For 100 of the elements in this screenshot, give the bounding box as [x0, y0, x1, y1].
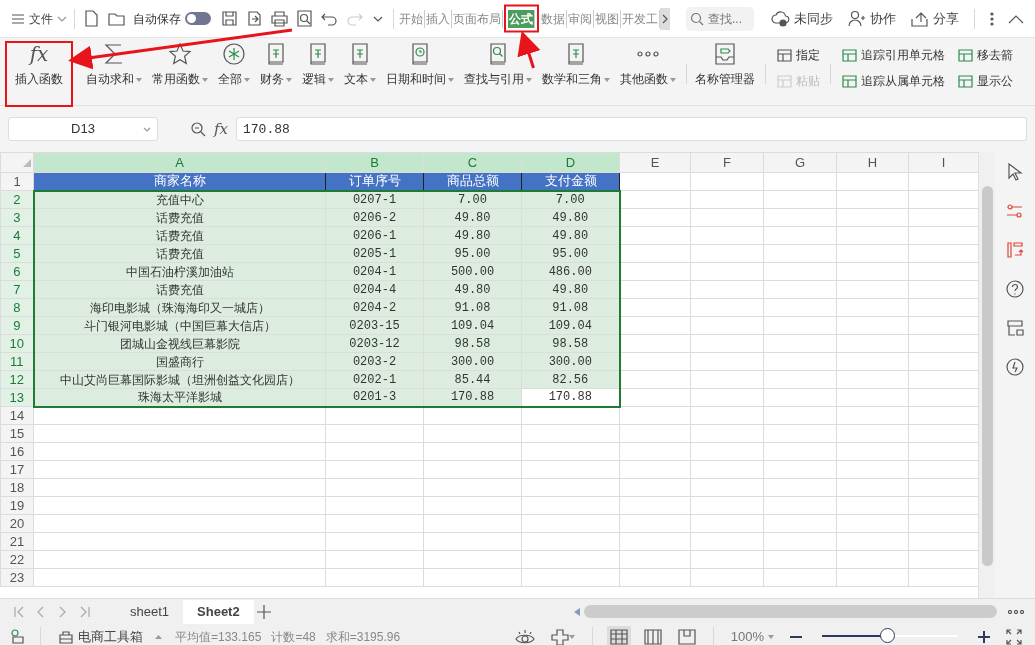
chevron-right-icon — [662, 13, 668, 24]
column-header[interactable]: G — [763, 152, 837, 173]
annotation-arrow — [517, 30, 541, 69]
ribbon-tab[interactable]: 插入 — [425, 9, 452, 28]
column-header[interactable]: D — [521, 152, 620, 173]
share-button[interactable]: 分享 — [907, 8, 962, 29]
ribbon-small-button[interactable]: 追踪引用单元格 — [839, 46, 947, 64]
more-vertical-icon — [990, 11, 994, 26]
name-box[interactable]: D13 — [8, 117, 158, 141]
caret-up-icon — [155, 634, 162, 639]
sliders-icon — [1005, 201, 1025, 221]
chevron-down-icon — [143, 127, 151, 133]
function-icon: fx — [29, 42, 49, 66]
page-view-icon — [677, 629, 696, 645]
split-view-icon — [643, 629, 662, 645]
scroll-icon — [10, 628, 26, 645]
cross-icon — [550, 628, 569, 645]
collab-button[interactable]: 协作 — [844, 8, 899, 29]
more-icon — [1008, 609, 1024, 614]
scroll-left-icon — [573, 607, 580, 616]
function-category-button[interactable]: 其他函数 — [616, 42, 680, 88]
column-header[interactable]: C — [423, 152, 522, 173]
column-header[interactable]: I — [908, 152, 978, 173]
caret-down-icon — [768, 634, 774, 639]
asterisk-icon — [222, 42, 246, 66]
file-menu[interactable]: 文件 — [8, 9, 70, 28]
column-header[interactable]: A — [33, 152, 326, 173]
table-cell: 7.00 — [423, 190, 522, 209]
toolbox-button[interactable]: 电商工具箱 — [55, 626, 165, 645]
column-header[interactable]: H — [836, 152, 909, 173]
function-category-button[interactable]: 查找与引用 — [460, 42, 536, 88]
function-icon[interactable]: fx — [214, 117, 228, 141]
star-icon — [168, 42, 192, 66]
status-stat: 求和=3195.96 — [325, 628, 401, 645]
new-file-icon — [82, 9, 101, 28]
function-category-button[interactable]: 全部 — [214, 42, 254, 88]
corner-triangle-icon — [23, 159, 31, 168]
ribbon-small-button[interactable]: 追踪从属单元格 — [839, 72, 947, 90]
ribbon-tab[interactable]: 开始 — [398, 9, 425, 28]
add-user-icon — [847, 9, 866, 28]
function-category-button[interactable]: 日期和时间 — [382, 42, 458, 88]
ribbon-tab[interactable]: 审阅 — [567, 9, 594, 28]
column-header[interactable]: F — [690, 152, 764, 173]
export-icon — [245, 9, 264, 28]
chevron-down-icon — [373, 15, 383, 22]
view-button[interactable] — [606, 625, 631, 645]
cursor-icon — [1005, 162, 1025, 182]
highlight-frame — [504, 4, 539, 33]
cloud-icon — [771, 9, 790, 28]
search-field[interactable]: 查找... — [686, 6, 754, 31]
menu-icon — [11, 12, 25, 25]
function-category-button[interactable]: 名称管理器 — [691, 42, 759, 88]
insert-function-button[interactable]: fx 插入函数 — [10, 42, 68, 88]
status-stat: 平均值=133.165 — [175, 628, 262, 645]
name-tag-icon — [713, 42, 737, 66]
ribbon-small-button[interactable]: 显示公 — [955, 72, 1015, 90]
column-header[interactable]: E — [619, 152, 691, 173]
zoom-slider-thumb[interactable] — [880, 628, 896, 643]
autosave-toggle[interactable] — [185, 12, 211, 25]
horizontal-scrollbar[interactable] — [583, 605, 997, 618]
autosave-label: 自动保存 — [133, 10, 181, 28]
zoom-in-button[interactable] — [975, 630, 993, 643]
function-category-button[interactable]: 常用函数 — [148, 42, 212, 88]
ribbon-tab[interactable]: 数据 — [540, 9, 567, 28]
rotate-icon — [1005, 240, 1025, 260]
more-icon — [637, 51, 659, 57]
function-category-button[interactable]: 逻辑 — [298, 42, 338, 88]
toolbox-icon — [58, 628, 74, 645]
fullscreen-button[interactable] — [1003, 628, 1025, 645]
table-cell: 7.00 — [521, 190, 620, 209]
ribbon-tab[interactable]: 视图 — [594, 9, 621, 28]
sheet-tab[interactable]: sheet1 — [116, 599, 184, 624]
function-category-button[interactable]: 财务 — [256, 42, 296, 88]
ribbon-tab[interactable]: 页面布局 — [452, 9, 503, 28]
print-preview-icon — [295, 9, 314, 28]
ribbon-small-button[interactable]: 移去箭 — [955, 46, 1015, 64]
formula-field[interactable]: 170.88 — [236, 117, 1027, 141]
column-header[interactable]: B — [325, 152, 424, 173]
function-category-button[interactable]: 数学和三角 — [538, 42, 614, 88]
search-icon — [690, 11, 704, 26]
function-category-button[interactable]: 文本 — [340, 42, 380, 88]
highlight-frame — [5, 41, 73, 107]
more-tabs-button[interactable] — [660, 7, 670, 30]
print-icon — [270, 9, 289, 28]
chevron-up-icon — [1008, 13, 1024, 24]
scrollbar-thumb[interactable] — [982, 186, 993, 566]
zoom-dropdown[interactable]: 100% — [727, 626, 777, 645]
table-cell: 0207-1 — [325, 190, 424, 209]
grid-icon — [776, 46, 793, 64]
eye-icon — [514, 628, 535, 645]
ribbon-small-button[interactable]: 指定 — [774, 46, 822, 64]
chevron-down-icon — [57, 14, 67, 23]
sheet-tab[interactable]: Sheet2 — [183, 599, 254, 624]
table-cell: 充值中心 — [33, 190, 326, 209]
store-icon — [1005, 318, 1025, 338]
function-category-button[interactable]: 自动求和 — [82, 42, 146, 88]
more-button[interactable] — [1005, 609, 1027, 614]
save-icon — [220, 9, 239, 28]
last-sheet-icon — [79, 605, 91, 618]
sync-button[interactable]: 未同步 — [768, 8, 836, 29]
